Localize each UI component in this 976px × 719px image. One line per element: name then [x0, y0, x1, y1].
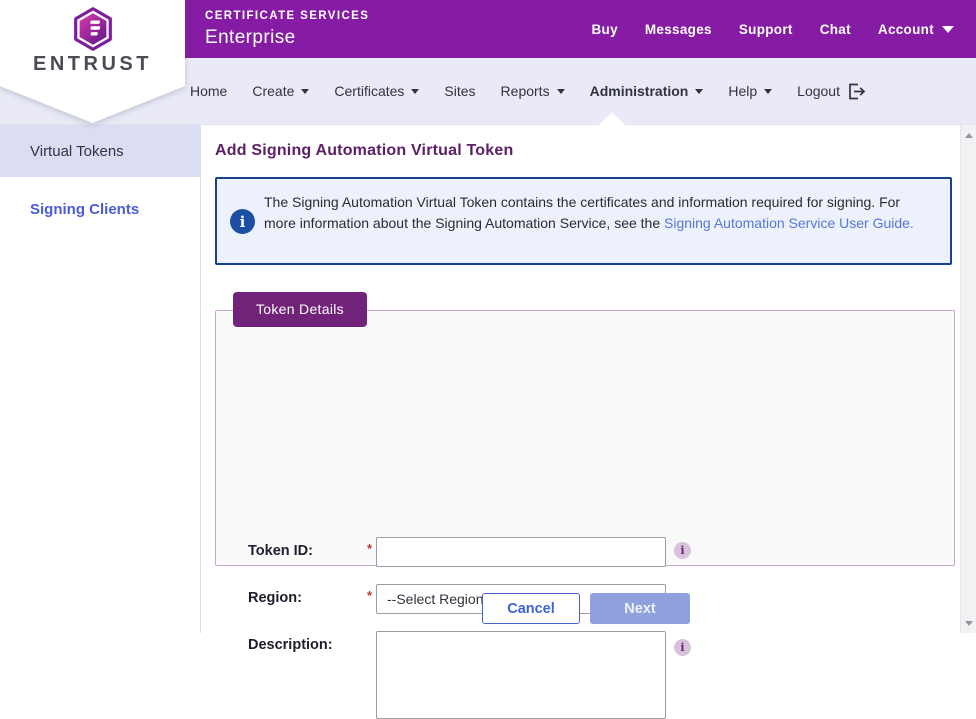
app-brand: CERTIFICATE SERVICES Enterprise [205, 10, 369, 49]
header-links: Buy Messages Support Chat Account [591, 0, 954, 58]
logo-container: ENTRUST [0, 0, 185, 123]
nav-item-certificates[interactable]: Certificates [334, 83, 419, 99]
nav-item-home[interactable]: Home [190, 83, 227, 99]
required-marker: * [367, 588, 372, 603]
info-icon [230, 209, 255, 234]
header-link-support[interactable]: Support [739, 22, 793, 37]
sidebar-item-label: Virtual Tokens [30, 143, 124, 160]
required-marker: * [367, 541, 372, 556]
app-name: Enterprise [205, 27, 369, 49]
nav-item-label: Logout [797, 83, 840, 99]
chevron-down-icon [411, 89, 419, 94]
nav-item-reports[interactable]: Reports [501, 83, 565, 99]
nav-item-label: Reports [501, 83, 550, 99]
chevron-down-icon [942, 26, 954, 33]
scroll-up-button[interactable] [961, 127, 976, 143]
nav-item-help[interactable]: Help [728, 83, 772, 99]
header-link-label: Account [878, 22, 934, 37]
header-link-label: Messages [645, 22, 712, 37]
nav-item-label: Home [190, 83, 227, 99]
app-label: CERTIFICATE SERVICES [205, 10, 369, 22]
nav-item-create[interactable]: Create [252, 83, 309, 99]
chevron-down-icon [695, 89, 703, 94]
description-info-icon[interactable] [674, 639, 691, 656]
sidebar: Virtual Tokens Signing Clients [0, 125, 201, 633]
chevron-down-icon [764, 89, 772, 94]
nav-item-label: Create [252, 83, 294, 99]
nav-item-sites[interactable]: Sites [444, 83, 475, 99]
page-title: Add Signing Automation Virtual Token [215, 142, 513, 160]
header-link-chat[interactable]: Chat [820, 22, 851, 37]
header-link-account[interactable]: Account [878, 22, 954, 37]
nav-item-label: Administration [590, 83, 689, 99]
scroll-down-button[interactable] [961, 615, 976, 631]
nav-items: Home Create Certificates Sites Reports A… [190, 58, 866, 124]
nav-item-administration[interactable]: Administration [590, 83, 704, 99]
logo-wordmark: ENTRUST [33, 53, 152, 76]
vertical-scrollbar[interactable] [960, 125, 976, 633]
info-banner: The Signing Automation Virtual Token con… [215, 177, 952, 265]
nav-item-label: Sites [444, 83, 475, 99]
arrow-up-icon [965, 133, 973, 138]
sidebar-item-signing-clients[interactable]: Signing Clients [0, 201, 200, 218]
entrust-hexagon-icon [73, 7, 113, 51]
nav-item-label: Certificates [334, 83, 404, 99]
description-textarea[interactable] [376, 631, 666, 719]
token-details-panel: Token ID: * Region: * --Select Region-- … [215, 310, 955, 566]
active-nav-notch [599, 112, 625, 125]
region-label: Region: [248, 590, 302, 606]
token-details-tab: Token Details [233, 292, 367, 327]
logout-icon [847, 83, 866, 100]
header-link-buy[interactable]: Buy [591, 22, 617, 37]
info-banner-text: The Signing Automation Virtual Token con… [264, 192, 916, 233]
region-select-value: --Select Region-- [387, 591, 493, 607]
description-label: Description: [248, 637, 333, 653]
header-link-label: Buy [591, 22, 617, 37]
header-link-messages[interactable]: Messages [645, 22, 712, 37]
main-content: Add Signing Automation Virtual Token The… [201, 125, 960, 633]
chevron-down-icon [301, 89, 309, 94]
header-link-label: Chat [820, 22, 851, 37]
nav-item-label: Help [728, 83, 757, 99]
token-id-info-icon[interactable] [674, 542, 691, 559]
user-guide-link[interactable]: Signing Automation Service User Guide. [664, 215, 914, 231]
token-id-input[interactable] [376, 537, 666, 567]
entrust-logo[interactable]: ENTRUST [0, 0, 185, 123]
header-link-label: Support [739, 22, 793, 37]
next-button[interactable]: Next [590, 593, 690, 624]
sidebar-item-virtual-tokens[interactable]: Virtual Tokens [0, 125, 200, 177]
chevron-down-icon [557, 89, 565, 94]
token-id-label: Token ID: [248, 543, 313, 559]
nav-item-logout[interactable]: Logout [797, 83, 866, 100]
sidebar-item-label: Signing Clients [30, 201, 139, 218]
cancel-button[interactable]: Cancel [482, 593, 580, 624]
arrow-down-icon [965, 621, 973, 626]
